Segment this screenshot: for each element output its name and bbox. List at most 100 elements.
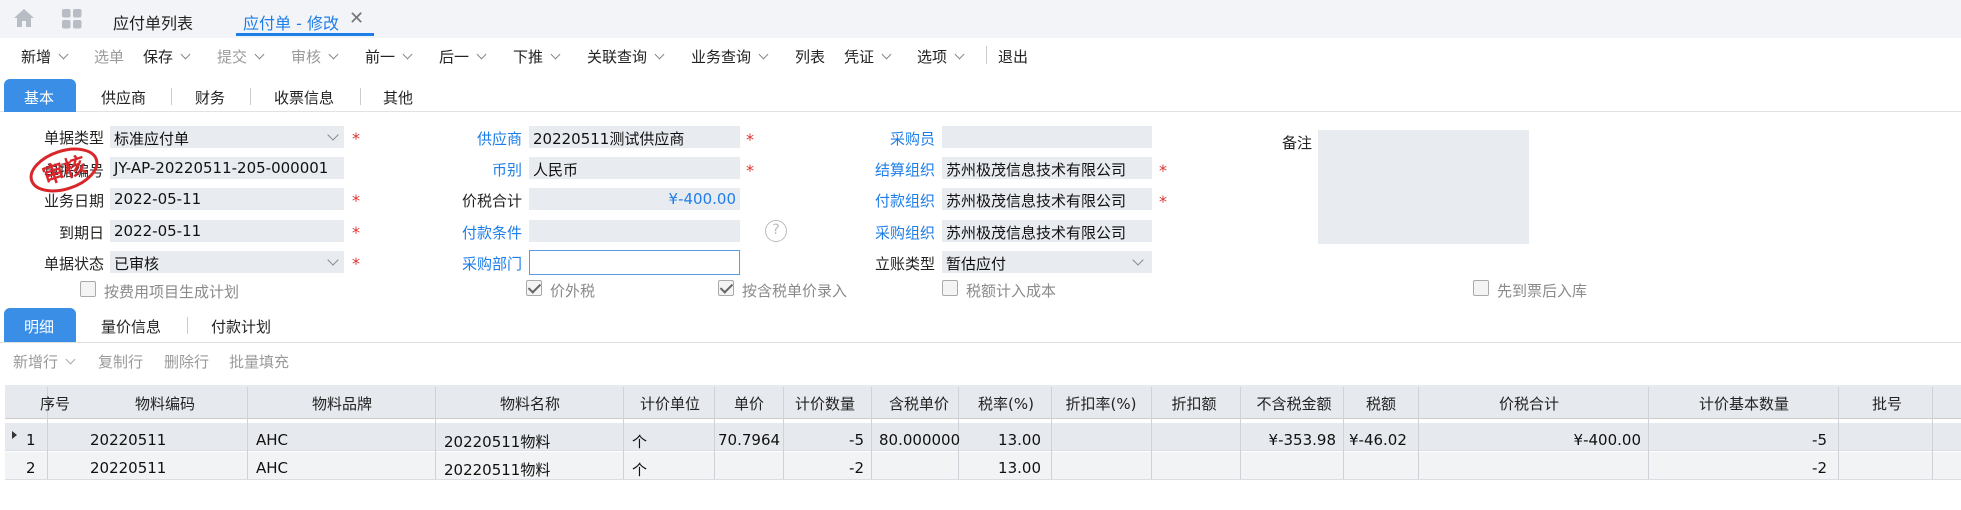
save-button[interactable]: 保存 bbox=[143, 46, 191, 67]
account-type-select[interactable]: 暂估应付 bbox=[942, 251, 1152, 273]
related-query-button[interactable]: 关联查询 bbox=[587, 46, 665, 67]
tab-payable-list[interactable]: 应付单列表 bbox=[113, 10, 193, 34]
payment-terms-field[interactable] bbox=[529, 220, 740, 242]
purchase-org-label[interactable]: 采购组织 bbox=[850, 222, 935, 243]
supplier-field[interactable]: 20220511测试供应商 bbox=[529, 126, 740, 148]
table-cell-name[interactable]: 20220511物料 bbox=[444, 431, 616, 452]
table-cell-no[interactable]: 2 bbox=[26, 459, 76, 477]
chevron-down-icon[interactable] bbox=[254, 49, 265, 60]
table-cell-brand[interactable]: AHC bbox=[256, 431, 428, 449]
currency-field[interactable]: 人民币 bbox=[529, 157, 740, 179]
options-button[interactable]: 选项 bbox=[917, 46, 965, 67]
buyer-field[interactable] bbox=[942, 126, 1152, 148]
tab-finance[interactable]: 财务 bbox=[195, 87, 225, 108]
chevron-down-icon[interactable] bbox=[550, 49, 561, 60]
column-divider[interactable] bbox=[435, 387, 436, 479]
table-cell-rate[interactable]: 13.00 bbox=[969, 431, 1041, 449]
voucher-button[interactable]: 凭证 bbox=[844, 46, 892, 67]
table-cell-no[interactable]: 1 bbox=[26, 431, 76, 449]
tab-price-info[interactable]: 量价信息 bbox=[101, 316, 161, 337]
column-header[interactable]: 税额 bbox=[1321, 393, 1441, 414]
table-cell-rate[interactable]: 13.00 bbox=[969, 459, 1041, 477]
batch-fill-button[interactable]: 批量填充 bbox=[229, 351, 289, 372]
currency-label[interactable]: 币别 bbox=[440, 159, 522, 180]
home-icon[interactable] bbox=[13, 8, 35, 28]
table-cell-total[interactable]: ¥-400.00 bbox=[1424, 431, 1641, 449]
prev-button[interactable]: 前一 bbox=[365, 46, 413, 67]
chevron-down-icon[interactable] bbox=[654, 49, 665, 60]
chevron-down-icon[interactable] bbox=[881, 49, 892, 60]
table-cell-unit[interactable]: 个 bbox=[632, 459, 709, 480]
exit-button[interactable]: 退出 bbox=[998, 46, 1028, 67]
new-button[interactable]: 新增 bbox=[21, 46, 69, 67]
doc-no-field[interactable]: JY-AP-20220511-205-000001 bbox=[110, 157, 344, 179]
help-icon[interactable]: ? bbox=[765, 220, 787, 242]
supplier-label[interactable]: 供应商 bbox=[440, 128, 522, 149]
purchase-org-field[interactable]: 苏州极茂信息技术有限公司 bbox=[942, 220, 1152, 242]
tab-invoice-info[interactable]: 收票信息 bbox=[274, 87, 334, 108]
submit-button[interactable]: 提交 bbox=[217, 46, 265, 67]
push-down-button[interactable]: 下推 bbox=[513, 46, 561, 67]
tax-into-cost-checkbox[interactable] bbox=[942, 280, 958, 296]
status-select[interactable]: 已审核 bbox=[110, 251, 344, 273]
chevron-down-icon[interactable] bbox=[58, 49, 69, 60]
settle-org-field[interactable]: 苏州极茂信息技术有限公司 bbox=[942, 157, 1152, 179]
extra-tax-checkbox[interactable] bbox=[526, 280, 542, 296]
purchase-dept-label[interactable]: 采购部门 bbox=[440, 253, 522, 274]
copy-row-button[interactable]: 复制行 bbox=[98, 351, 143, 372]
tab-other[interactable]: 其他 bbox=[383, 87, 413, 108]
chevron-down-icon[interactable] bbox=[954, 49, 965, 60]
chevron-down-icon[interactable] bbox=[65, 354, 76, 365]
gen-plan-by-expense-checkbox[interactable] bbox=[80, 281, 96, 297]
tab-detail-label[interactable]: 明细 bbox=[24, 316, 54, 337]
close-tab-icon[interactable]: ✕ bbox=[349, 8, 364, 29]
column-header[interactable]: 物料名称 bbox=[470, 393, 590, 414]
chevron-down-icon[interactable] bbox=[328, 49, 339, 60]
table-cell-qty[interactable]: -5 bbox=[789, 431, 864, 449]
column-header[interactable]: 批号 bbox=[1827, 393, 1947, 414]
delete-row-button[interactable]: 删除行 bbox=[164, 351, 209, 372]
settle-org-label[interactable]: 结算组织 bbox=[850, 159, 935, 180]
tab-basic-label[interactable]: 基本 bbox=[24, 87, 54, 108]
business-query-button[interactable]: 业务查询 bbox=[691, 46, 769, 67]
tab-payment-plan[interactable]: 付款计划 bbox=[211, 316, 271, 337]
table-cell-net[interactable]: ¥-353.98 bbox=[1249, 431, 1336, 449]
pay-org-label[interactable]: 付款组织 bbox=[850, 190, 935, 211]
add-row-button[interactable]: 新增行 bbox=[13, 351, 76, 372]
chevron-down-icon[interactable] bbox=[758, 49, 769, 60]
pay-org-field[interactable]: 苏州极茂信息技术有限公司 bbox=[942, 188, 1152, 210]
list-button[interactable]: 列表 bbox=[795, 46, 825, 67]
chevron-down-icon[interactable] bbox=[476, 49, 487, 60]
buyer-label[interactable]: 采购员 bbox=[850, 128, 935, 149]
table-cell-unit[interactable]: 个 bbox=[632, 431, 709, 452]
doc-type-select[interactable]: 标准应付单 bbox=[110, 126, 344, 148]
column-header[interactable]: 价税合计 bbox=[1469, 393, 1589, 414]
column-divider[interactable] bbox=[1648, 387, 1649, 479]
apps-grid-icon[interactable] bbox=[62, 9, 82, 29]
table-cell-code[interactable]: 20220511 bbox=[90, 459, 242, 477]
biz-date-field[interactable]: 2022-05-11 bbox=[110, 188, 344, 210]
column-header[interactable]: 物料品牌 bbox=[282, 393, 402, 414]
select-button[interactable]: 选单 bbox=[94, 46, 124, 67]
tab-supplier[interactable]: 供应商 bbox=[101, 87, 146, 108]
enter-tax-inclusive-price-checkbox[interactable] bbox=[718, 280, 734, 296]
tab-payable-edit[interactable]: 应付单 - 修改 bbox=[243, 10, 339, 34]
table-cell-taxprice[interactable]: 80.000000 bbox=[879, 431, 960, 449]
column-header[interactable]: 计价基本数量 bbox=[1684, 393, 1804, 414]
column-divider[interactable] bbox=[247, 387, 248, 479]
table-cell-price[interactable]: 70.7964 bbox=[718, 431, 780, 449]
audit-button[interactable]: 审核 bbox=[291, 46, 339, 67]
next-button[interactable]: 后一 bbox=[439, 46, 487, 67]
table-cell-baseqty[interactable]: -5 bbox=[1655, 431, 1827, 449]
table-cell-qty[interactable]: -2 bbox=[789, 459, 864, 477]
chevron-down-icon[interactable] bbox=[402, 49, 413, 60]
table-cell-baseqty[interactable]: -2 bbox=[1655, 459, 1827, 477]
chevron-down-icon[interactable] bbox=[180, 49, 191, 60]
table-cell-tax[interactable]: ¥-46.02 bbox=[1349, 431, 1407, 449]
column-header[interactable]: 物料编码 bbox=[105, 393, 225, 414]
table-cell-name[interactable]: 20220511物料 bbox=[444, 459, 616, 480]
purchase-dept-field[interactable] bbox=[529, 250, 740, 275]
payment-terms-label[interactable]: 付款条件 bbox=[440, 222, 522, 243]
invoice-before-stock-checkbox[interactable] bbox=[1473, 280, 1489, 296]
table-cell-code[interactable]: 20220511 bbox=[90, 431, 242, 449]
